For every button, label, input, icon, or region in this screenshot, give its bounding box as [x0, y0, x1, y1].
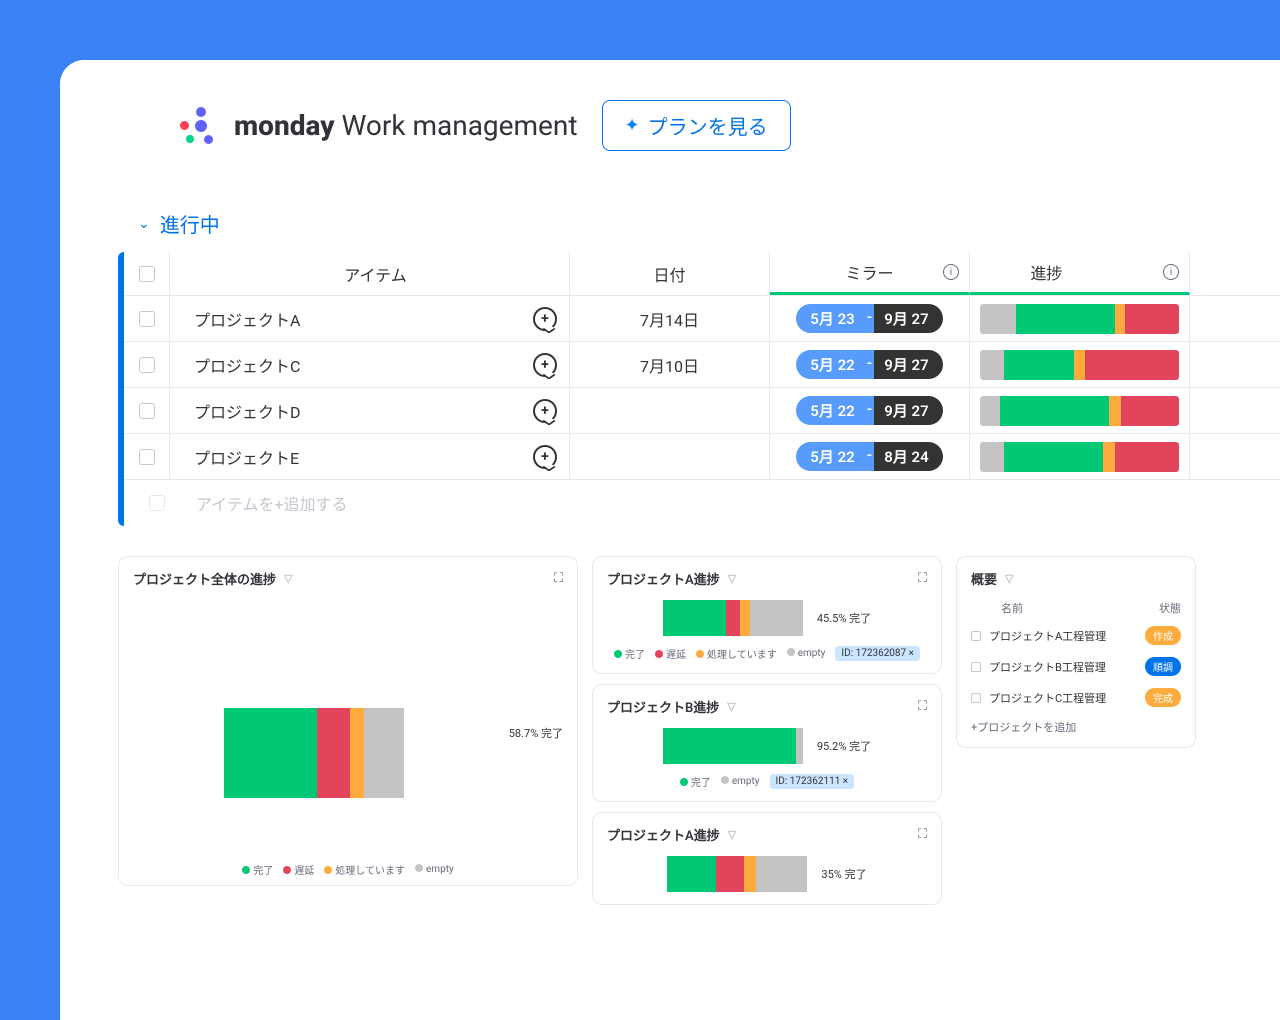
expand-icon[interactable]: ⛶ [918, 699, 927, 714]
mirror-cell[interactable]: 5月 22-9月 27 [770, 342, 970, 387]
col-mirror[interactable]: ミラーi [770, 252, 970, 295]
widget-overview: 概要▽ 名前状態 プロジェクトA工程管理作成プロジェクトB工程管理順調プロジェク… [956, 556, 1196, 748]
progress-cell[interactable] [970, 296, 1190, 341]
widget-project-a2: プロジェクトA進捗▽⛶ 35% 完了 [592, 812, 942, 905]
col-progress[interactable]: 進捗i [970, 252, 1190, 295]
table-row[interactable]: プロジェクトC 7月10日 5月 22-9月 27 [124, 342, 1280, 388]
add-item-row[interactable]: アイテムを+追加する [124, 480, 1280, 526]
table-row[interactable]: プロジェクトD 5月 22-9月 27 [124, 388, 1280, 434]
date-cell[interactable]: 7月10日 [570, 342, 770, 387]
progress-cell[interactable] [970, 434, 1190, 479]
filter-icon[interactable]: ▽ [1005, 572, 1013, 585]
item-name-cell[interactable]: プロジェクトA [170, 296, 570, 341]
info-icon[interactable]: i [943, 264, 959, 280]
row-checkbox[interactable] [124, 296, 170, 341]
overview-row[interactable]: プロジェクトC工程管理完成 [971, 688, 1181, 707]
mirror-cell[interactable]: 5月 22-8月 24 [770, 434, 970, 479]
view-plans-button[interactable]: ✦ プランを見る [602, 100, 791, 151]
monday-logo-icon [180, 105, 222, 147]
progress-percent: 58.7% 完了 [509, 725, 563, 741]
chat-icon[interactable] [533, 307, 557, 331]
item-name-cell[interactable]: プロジェクトD [170, 388, 570, 433]
chevron-down-icon: ⌄ [138, 216, 150, 232]
mirror-cell[interactable]: 5月 23-9月 27 [770, 296, 970, 341]
filter-icon[interactable]: ▽ [284, 572, 292, 585]
sparkle-icon: ✦ [625, 115, 640, 136]
info-icon[interactable]: i [1163, 264, 1179, 280]
table-header-row: アイテム 日付 ミラーi 進捗i [124, 252, 1280, 296]
add-project[interactable]: +プロジェクトを追加 [971, 719, 1181, 735]
app-header: monday Work management ✦ プランを見る [100, 100, 1280, 151]
widget-overall-progress: プロジェクト全体の進捗▽ ⛶ 58.7% 完了 完了遅延処理していますempty [118, 556, 578, 886]
date-cell[interactable] [570, 388, 770, 433]
chat-icon[interactable] [533, 445, 557, 469]
filter-icon[interactable]: ▽ [727, 700, 735, 713]
expand-icon[interactable]: ⛶ [918, 571, 927, 586]
progress-bar [224, 708, 404, 798]
widget-title: プロジェクト全体の進捗▽ [133, 569, 292, 588]
col-item[interactable]: アイテム [170, 252, 570, 295]
expand-icon[interactable]: ⛶ [918, 827, 927, 842]
group-toggle[interactable]: ⌄ 進行中 [138, 209, 1280, 238]
items-table: アイテム 日付 ミラーi 進捗i プロジェクトA 7月14日 5月 23-9月 … [118, 252, 1280, 526]
id-tag[interactable]: ID: 172362087 × [835, 646, 920, 661]
product-name: monday Work management [234, 109, 578, 142]
row-checkbox[interactable] [124, 388, 170, 433]
chat-icon[interactable] [533, 353, 557, 377]
select-all-checkbox[interactable] [124, 252, 170, 295]
overview-row[interactable]: プロジェクトA工程管理作成 [971, 626, 1181, 645]
date-cell[interactable] [570, 434, 770, 479]
item-name-cell[interactable]: プロジェクトE [170, 434, 570, 479]
overview-row[interactable]: プロジェクトB工程管理順調 [971, 657, 1181, 676]
chat-icon[interactable] [533, 399, 557, 423]
brand-logo: monday Work management [180, 105, 578, 147]
filter-icon[interactable]: ▽ [728, 828, 736, 841]
table-row[interactable]: プロジェクトA 7月14日 5月 23-9月 27 [124, 296, 1280, 342]
widget-project-b: プロジェクトB進捗▽⛶ 95.2% 完了 完了emptyID: 17236211… [592, 684, 942, 802]
row-checkbox[interactable] [124, 434, 170, 479]
date-cell[interactable]: 7月14日 [570, 296, 770, 341]
expand-icon[interactable]: ⛶ [554, 571, 563, 586]
item-name-cell[interactable]: プロジェクトC [170, 342, 570, 387]
table-row[interactable]: プロジェクトE 5月 22-8月 24 [124, 434, 1280, 480]
progress-cell[interactable] [970, 388, 1190, 433]
id-tag[interactable]: ID: 172362111 × [770, 774, 855, 789]
progress-cell[interactable] [970, 342, 1190, 387]
filter-icon[interactable]: ▽ [728, 572, 736, 585]
row-checkbox[interactable] [124, 342, 170, 387]
mirror-cell[interactable]: 5月 22-9月 27 [770, 388, 970, 433]
col-date[interactable]: 日付 [570, 252, 770, 295]
widget-project-a: プロジェクトA進捗▽⛶ 45.5% 完了 完了遅延処理していますemptyID:… [592, 556, 942, 674]
